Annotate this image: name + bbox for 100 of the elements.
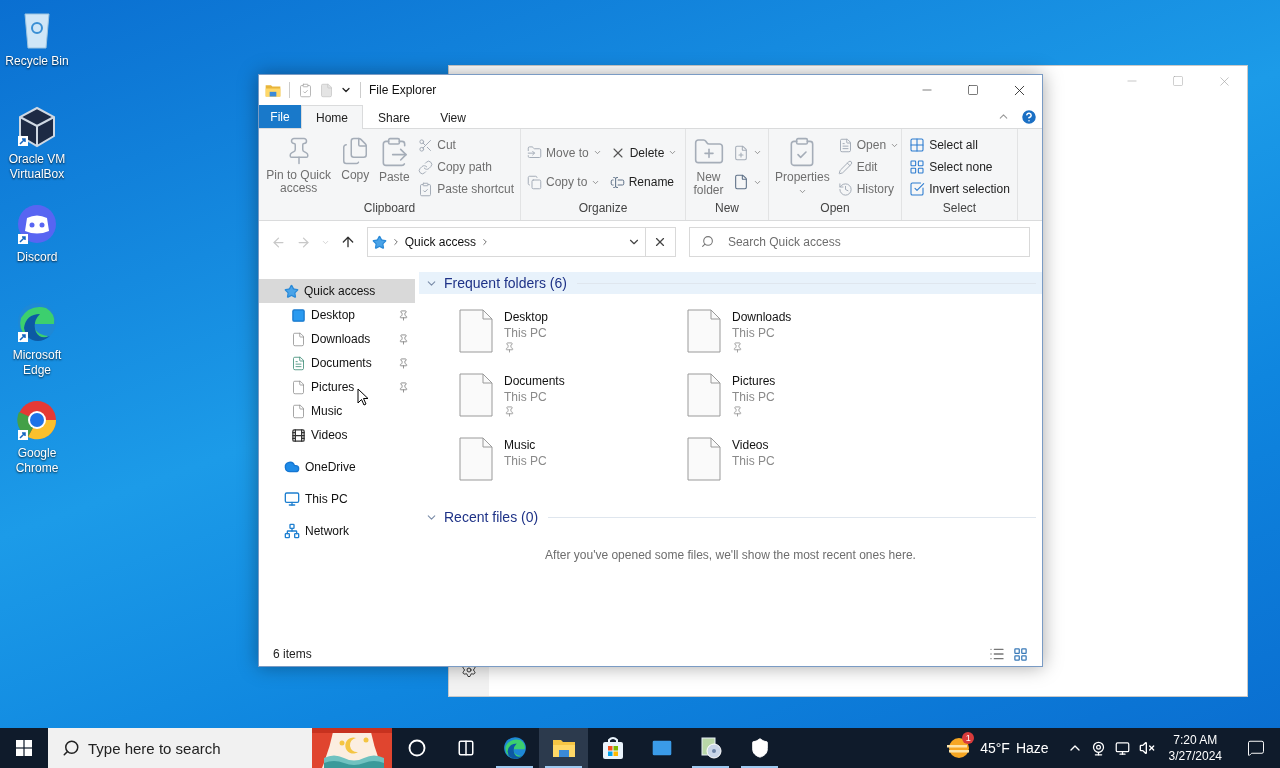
nav-item[interactable]: Downloads [259,327,415,351]
breadcrumb[interactable]: Quick access [404,235,477,249]
ribbon-button[interactable]: Invert selection [906,178,1013,200]
help-icon[interactable] [1020,107,1038,126]
mouse-cursor-icon [357,388,369,406]
desktop-icon-label[interactable]: Recycle Bin [5,54,69,69]
taskbar-app[interactable] [539,728,588,768]
task-view-icon [456,739,475,757]
folder-tile[interactable]: Documents This PC [459,369,687,433]
details-view-icon[interactable] [989,646,1005,662]
file-tab[interactable]: File [259,105,301,128]
folder-tile[interactable]: Downloads This PC [687,305,915,369]
caret-icon [797,187,807,196]
ribbon-tab[interactable]: Share [363,105,426,129]
folder-icon [265,82,281,98]
group-label: Open [819,201,851,217]
group-label: Organize [577,201,629,217]
up-icon[interactable] [340,234,356,250]
circle-icon [407,739,426,757]
nav-item[interactable]: Documents [259,351,415,375]
file-icon [687,437,721,481]
group-label: Select [941,201,978,217]
file-icon [687,373,721,417]
folder-location: This PC [504,325,548,341]
edit-icon [837,159,853,175]
weather-condition: Haze [1015,740,1049,756]
rename-icon [609,174,625,190]
ribbon-button[interactable]: Select all [906,134,1013,156]
temperature: 45°F [980,740,1010,756]
open-icon [837,137,853,153]
folder-tile[interactable]: Videos This PC [687,433,915,497]
sun-haze-icon [946,736,971,760]
nav-item[interactable]: Videos [259,423,415,447]
nav-item[interactable]: Music [259,399,415,423]
star-icon [371,234,387,250]
file-icon [733,174,749,191]
folder-name: Documents [504,373,565,389]
folder-location: This PC [732,325,776,341]
nav-item[interactable]: Desktop [259,303,415,327]
file-icon [319,82,334,98]
desktop-icon-label[interactable]: Microsoft Edge [0,348,74,378]
folder-location: This PC [504,453,547,469]
folder-location: This PC [732,389,776,405]
scissors-icon [418,137,434,153]
ribbon-button[interactable]: Select none [906,156,1013,178]
desktop-icon-label[interactable]: Oracle VM VirtualBox [0,152,74,182]
ribbon-button[interactable]: Delete [606,141,681,164]
nav-item[interactable]: This PC [259,487,415,511]
nav-item[interactable]: Network [259,519,415,543]
file-icon [291,331,306,347]
file-icon [687,309,721,353]
section-header[interactable]: Frequent folders (6) [419,272,1042,294]
cloud-icon [284,459,300,475]
group-label: Clipboard [362,201,417,217]
search-field[interactable]: Type here to search [48,728,312,768]
properties-icon [298,82,313,98]
section-header[interactable]: Recent files (0) [419,506,1042,528]
desktop-icon [291,307,306,323]
running-indicator [545,766,582,768]
address-bar[interactable]: Quick access [366,227,676,257]
star-icon [284,283,299,299]
history-icon [837,181,853,197]
window-title: File Explorer [369,83,438,97]
film-icon [291,427,306,443]
folder-name: Videos [732,437,770,453]
folder-location: This PC [732,453,775,469]
invert-selection-icon [909,181,926,197]
folder-tile[interactable]: Music This PC [459,433,687,497]
network-icon [284,523,300,539]
select-all-icon [909,137,926,153]
copy-icon [527,174,542,190]
new-item-icon [733,144,749,161]
muted-speaker-icon [1138,740,1155,756]
folder-tile[interactable]: Pictures This PC [687,369,915,433]
group-label: New [714,201,740,217]
ribbon-button[interactable]: Rename [606,171,681,194]
shopping-bag-icon [600,736,625,760]
folder-name: Pictures [732,373,776,389]
search-icon [62,739,80,757]
file-icon [291,403,306,419]
monitor-icon [284,491,300,507]
large-icons-view-icon[interactable] [1013,646,1028,662]
ribbon-tab[interactable]: Home [301,105,363,129]
ribbon-tab[interactable]: View [425,105,482,129]
file-icon [459,373,493,417]
nav-item[interactable]: OneDrive [259,455,415,479]
running-indicator [496,766,533,768]
file-icon [291,379,306,395]
desktop-icon-label[interactable]: Discord [16,250,58,265]
maximize-icon [967,84,979,96]
clock[interactable]: 7:20 AM 3/27/2024 [1158,732,1232,764]
search-icon [700,235,714,248]
folder-tile[interactable]: Desktop This PC [459,305,687,369]
webcam-icon [1091,740,1107,756]
empty-message: After you've opened some files, we'll show the most recent ones here. [544,548,917,562]
search-field[interactable]: Search Quick access [688,227,1030,257]
folder-icon [551,737,576,759]
nav-item[interactable]: Pictures [259,375,415,399]
nav-item[interactable]: Quick access [259,279,415,303]
maximize-icon [1172,75,1184,87]
